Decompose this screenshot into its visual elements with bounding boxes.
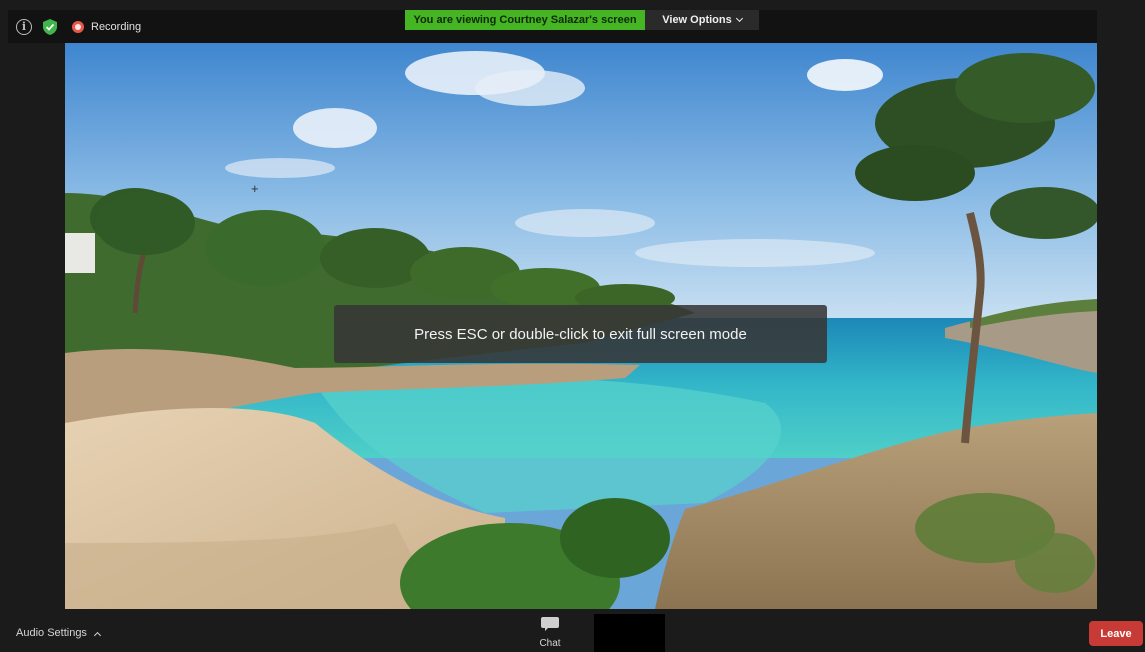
viewing-screen-banner: You are viewing Courtney Salazar's scree… [405,10,645,30]
video-thumbnail [594,614,665,652]
chat-button[interactable]: Chat [532,616,568,652]
view-options-button[interactable]: View Options [645,10,759,30]
chat-bubble-icon [541,617,559,631]
chevron-down-icon [735,14,743,23]
audio-settings-label: Audio Settings [16,627,87,639]
recording-label: Recording [91,20,142,33]
exit-fullscreen-toast: Press ESC or double-click to exit full s… [334,305,827,363]
chat-label: Chat [539,638,561,649]
recording-indicator[interactable]: Recording [72,20,142,33]
leave-button[interactable]: Leave [1089,621,1143,646]
mouse-cursor-icon: + [251,181,259,196]
chevron-up-icon [93,631,101,639]
view-options-label: View Options [662,14,732,26]
bottom-toolbar: Audio Settings Chat Leave [0,614,1145,652]
info-icon[interactable]: i [16,18,32,35]
record-icon [72,20,84,33]
meeting-window: i Recording You are viewing Courtney Sal… [0,0,1145,652]
shield-check-icon[interactable] [42,18,58,36]
audio-settings-button[interactable]: Audio Settings [16,627,101,639]
top-bar: i Recording You are viewing Courtney Sal… [8,10,1097,43]
meeting-status-group: i Recording [16,10,141,43]
